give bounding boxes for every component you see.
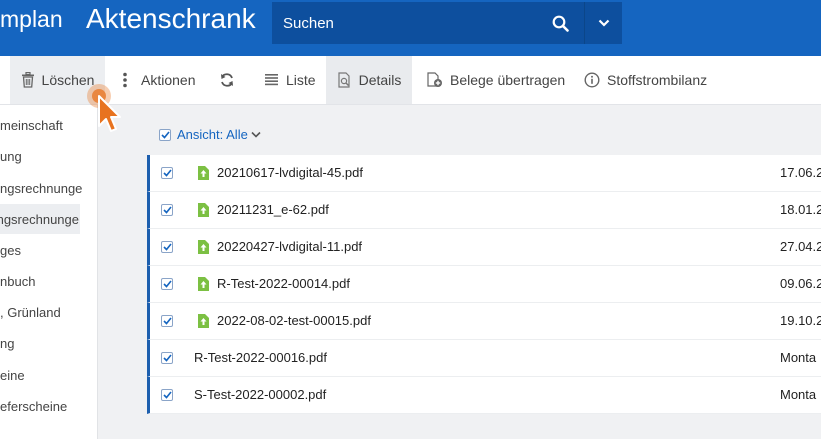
sidebar-item-label: eferscheine — [0, 398, 68, 414]
top-bar: mplan Aktenschrank — [0, 0, 821, 56]
sidebar-item[interactable]: eine — [0, 360, 42, 390]
file-row[interactable]: 2022-08-02-test-00015.pdf 19.10.2 — [147, 303, 821, 340]
check-icon — [162, 354, 172, 362]
check-icon — [160, 130, 170, 139]
row-checkbox[interactable] — [161, 278, 173, 290]
file-name: S-Test-2022-00002.pdf — [194, 387, 327, 402]
document-search-icon — [337, 72, 350, 88]
file-name: 20220427-lvdigital-11.pdf — [217, 239, 363, 254]
sidebar-item-label: ngsrechnunge — [0, 211, 79, 227]
list-view-label: Liste — [286, 72, 316, 88]
file-date: 19.10.2 — [780, 313, 821, 328]
file-row[interactable]: 20220427-lvdigital-11.pdf 27.04.2 — [147, 229, 821, 266]
chevron-down-icon — [598, 19, 610, 27]
file-date: Monta — [780, 387, 817, 402]
check-icon — [162, 169, 172, 177]
list-icon — [265, 74, 278, 86]
file-date: 17.06.2 — [780, 165, 821, 180]
sidebar-item[interactable]: ges — [0, 235, 38, 265]
file-list: 20210617-lvdigital-45.pdf 17.06.2 202112… — [147, 155, 821, 414]
sidebar-item-label: , Grünland — [0, 304, 61, 320]
chevron-down-icon — [251, 131, 261, 138]
check-icon — [162, 391, 172, 399]
material-flow-balance-button[interactable]: Stoffstrombilanz — [584, 56, 707, 104]
sidebar-item-active[interactable]: ngsrechnunge — [0, 204, 80, 234]
app-name[interactable]: mplan — [0, 6, 63, 33]
actions-label: Aktionen — [141, 72, 196, 88]
search-input[interactable] — [272, 2, 542, 44]
file-upload-icon — [198, 203, 209, 217]
row-checkbox[interactable] — [161, 315, 173, 327]
check-icon — [162, 280, 172, 288]
file-date: 18.01.2 — [780, 202, 821, 217]
file-row[interactable]: 20210617-lvdigital-45.pdf 17.06.2 — [147, 155, 821, 192]
sidebar-item[interactable]: ng — [0, 328, 31, 358]
file-name: 20210617-lvdigital-45.pdf — [217, 165, 363, 180]
search-options-button[interactable] — [584, 2, 623, 44]
details-view-button[interactable]: Details — [326, 56, 412, 104]
row-checkbox[interactable] — [161, 167, 173, 179]
file-row[interactable]: S-Test-2022-00002.pdf Monta — [147, 377, 821, 414]
file-name: R-Test-2022-00016.pdf — [194, 350, 327, 365]
refresh-button[interactable] — [219, 56, 242, 104]
file-date: 27.04.2 — [780, 239, 821, 254]
sidebar-item-label: ung — [0, 148, 22, 164]
document-add-icon — [427, 72, 442, 87]
sidebar-item[interactable]: , Grünland — [0, 297, 78, 327]
file-upload-icon — [198, 166, 209, 180]
file-row[interactable]: R-Test-2022-00014.pdf 09.06.2 — [147, 266, 821, 303]
sidebar-item-label: ngsrechnunge — [0, 180, 83, 196]
file-upload-icon — [198, 277, 209, 291]
material-flow-balance-label: Stoffstrombilanz — [607, 72, 708, 88]
sidebar-item[interactable]: eferscheine — [0, 391, 84, 421]
sidebar-item-label: meinschaft — [0, 117, 63, 133]
check-icon — [162, 206, 172, 214]
main-content: Ansicht: Alle 20210617-lvdigital-45.pdf … — [97, 105, 821, 439]
transfer-receipts-label: Belege übertragen — [450, 72, 566, 88]
file-date: 09.06.2 — [780, 276, 821, 291]
row-checkbox[interactable] — [161, 352, 173, 364]
sidebar-item-label: ng — [0, 335, 15, 351]
sidebar: meinschaft ung ngsrechnunge ngsrechnunge… — [0, 105, 98, 439]
actions-button[interactable]: Aktionen — [122, 56, 195, 104]
file-upload-icon — [198, 240, 209, 254]
sidebar-item[interactable]: nbuch — [0, 266, 52, 296]
row-checkbox[interactable] — [161, 241, 173, 253]
file-name: 20211231_e-62.pdf — [217, 202, 329, 217]
check-icon — [162, 243, 172, 251]
file-upload-icon — [198, 314, 209, 328]
view-selector-label: Ansicht: Alle — [177, 127, 248, 142]
file-name: 2022-08-02-test-00015.pdf — [217, 313, 371, 328]
sidebar-item-label: eine — [0, 367, 25, 383]
page-title: Aktenschrank — [86, 3, 256, 34]
sidebar-item-label: nbuch — [0, 273, 36, 289]
file-row[interactable]: R-Test-2022-00016.pdf Monta — [147, 340, 821, 377]
info-icon — [584, 72, 600, 88]
sidebar-item[interactable]: ngsrechnunge — [0, 173, 97, 203]
row-checkbox[interactable] — [161, 204, 173, 216]
list-view-button[interactable]: Liste — [264, 56, 316, 104]
file-name: R-Test-2022-00014.pdf — [217, 276, 350, 291]
file-date: Monta — [780, 350, 817, 365]
search-button[interactable] — [538, 2, 582, 44]
sidebar-item[interactable]: ung — [0, 141, 39, 171]
search-box — [272, 2, 622, 44]
trash-icon — [21, 72, 34, 88]
check-icon — [162, 317, 172, 325]
view-selector[interactable]: Ansicht: Alle — [159, 127, 261, 142]
refresh-icon — [221, 73, 233, 87]
select-all-checkbox[interactable] — [159, 128, 171, 141]
search-icon — [552, 15, 569, 32]
row-checkbox[interactable] — [161, 389, 173, 401]
sidebar-item-label: ges — [0, 242, 21, 258]
details-view-label: Details — [358, 72, 402, 88]
sidebar-item[interactable]: meinschaft — [0, 110, 80, 140]
transfer-receipts-button[interactable]: Belege übertragen — [426, 56, 565, 104]
mouse-cursor-icon — [87, 84, 121, 132]
file-row[interactable]: 20211231_e-62.pdf 18.01.2 — [147, 192, 821, 229]
